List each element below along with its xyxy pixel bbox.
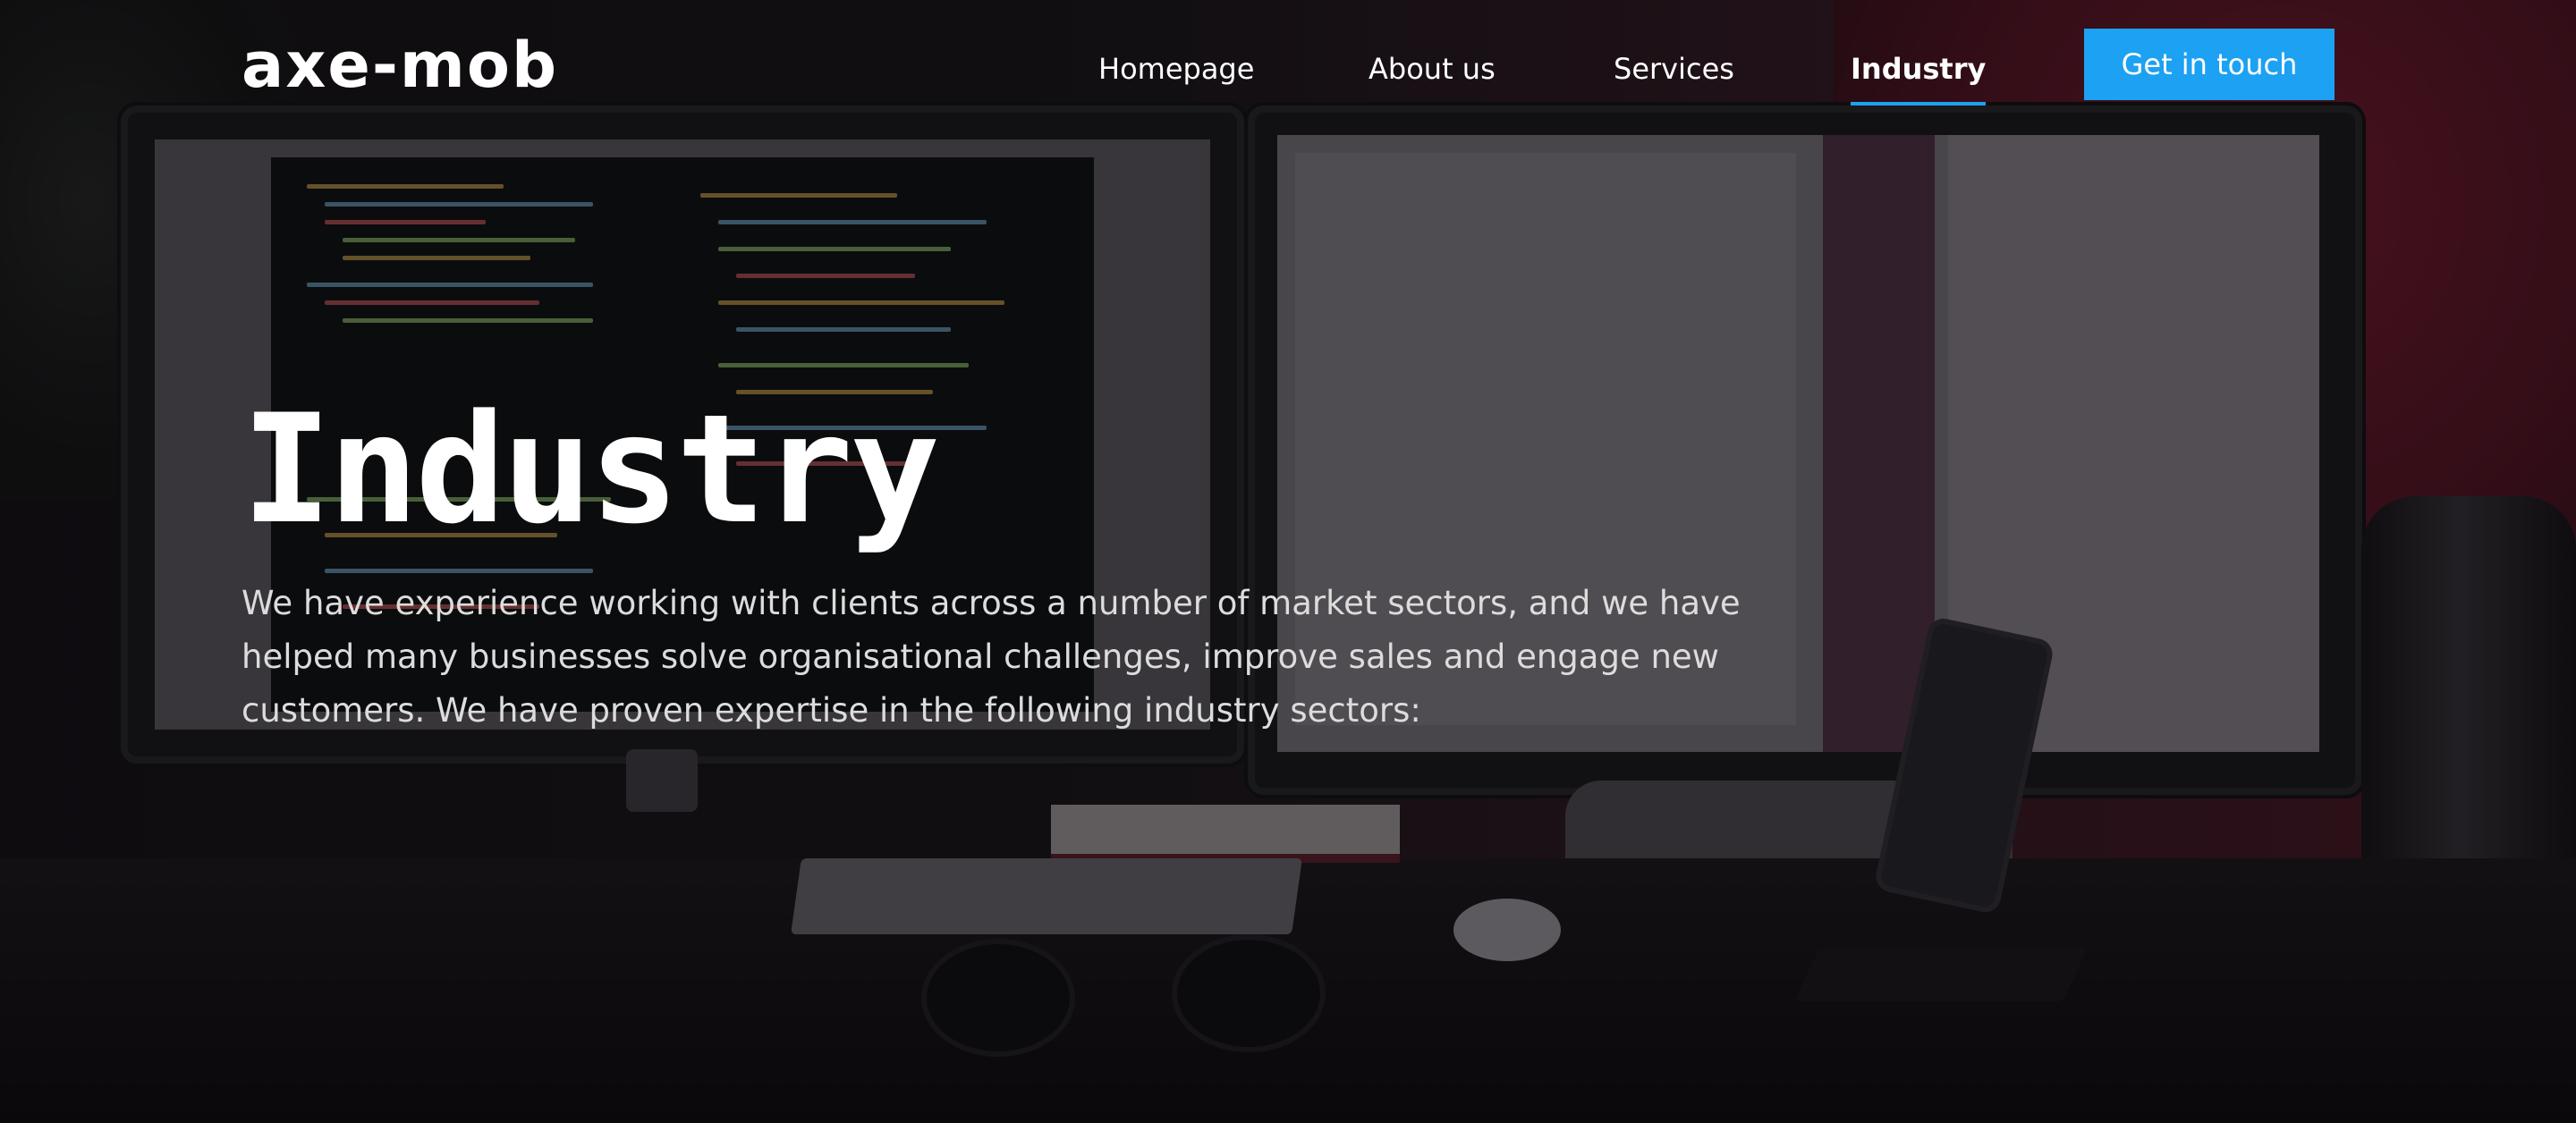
nav-item-industry[interactable]: Industry [1851, 29, 1987, 109]
hero-section: axe-mob Homepage About us Services Indus… [0, 0, 2576, 1123]
nav-item-services[interactable]: Services [1614, 29, 1734, 109]
page-title: Industry [242, 382, 940, 557]
site-header: axe-mob Homepage About us Services Indus… [0, 0, 2576, 134]
brand-logo[interactable]: axe-mob [242, 25, 558, 106]
get-in-touch-button[interactable]: Get in touch [2084, 29, 2334, 100]
hero-description: We have experience working with clients … [242, 584, 1741, 730]
nav-item-about-us[interactable]: About us [1368, 29, 1496, 109]
hero-dark-overlay [0, 0, 2576, 1123]
nav-item-homepage[interactable]: Homepage [1098, 29, 1254, 109]
